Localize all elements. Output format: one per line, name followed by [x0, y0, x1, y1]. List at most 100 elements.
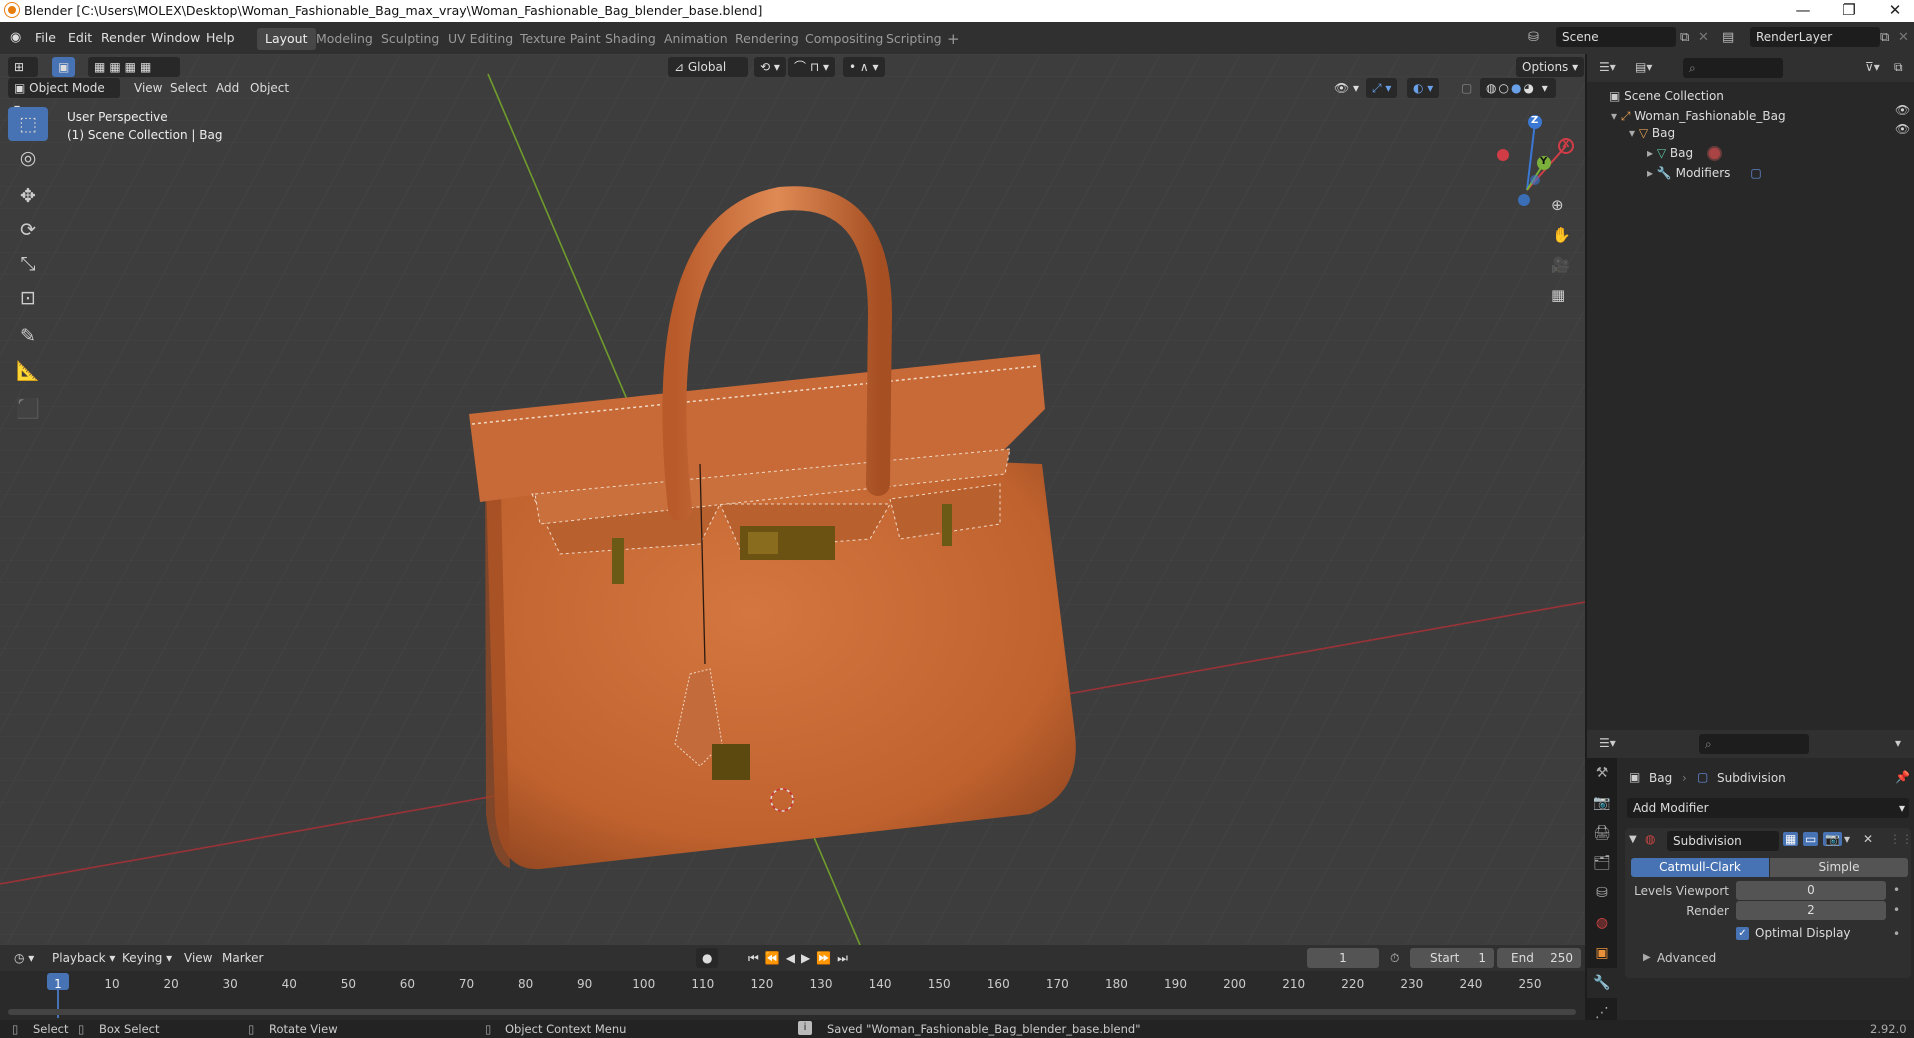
copy-layer-icon[interactable]: ⧉: [1880, 31, 1889, 44]
properties-editor-icon[interactable]: ☰▾: [1599, 736, 1616, 750]
outliner-editor-icon[interactable]: ☰▾: [1599, 60, 1616, 74]
menu-file[interactable]: File: [35, 30, 56, 45]
select-box-modes[interactable]: ▦▦▦▦: [88, 57, 180, 77]
view-layer-tab-icon[interactable]: 🗂: [1587, 848, 1617, 878]
menu-window[interactable]: Window: [151, 30, 200, 45]
advanced-expand-icon[interactable]: ▶: [1643, 952, 1651, 963]
tab-texture-paint[interactable]: Texture Paint: [512, 28, 609, 50]
render-levels-field[interactable]: 2: [1736, 901, 1886, 920]
viewport-toggle-icon[interactable]: ▭: [1803, 832, 1819, 846]
keyframe-dot-icon[interactable]: •: [1893, 903, 1900, 917]
viewport-menu-select[interactable]: Select: [164, 78, 213, 98]
output-tab-icon[interactable]: 🖨: [1587, 818, 1617, 848]
drag-handle-icon[interactable]: ⋮⋮: [1889, 832, 1913, 846]
render-layer-icon[interactable]: ▤: [1722, 31, 1734, 44]
edit-mode-toggle-icon[interactable]: ▦: [1783, 832, 1799, 846]
render-layer-field[interactable]: RenderLayer: [1750, 27, 1880, 47]
viewport-menu-object[interactable]: Object: [244, 78, 295, 98]
move-tool-icon[interactable]: ✥: [8, 179, 48, 213]
rotate-tool-icon[interactable]: ⟳: [8, 213, 48, 247]
zoom-icon[interactable]: ⊕: [1551, 196, 1564, 214]
select-tool-icon[interactable]: ⬚: [8, 107, 48, 141]
outliner-scene-collection[interactable]: ▣ Scene Collection: [1609, 86, 1724, 106]
proportional-edit-button[interactable]: • ∧ ▾: [843, 57, 885, 77]
add-cube-tool-icon[interactable]: ⬛: [8, 391, 48, 425]
scene-field[interactable]: Scene: [1556, 27, 1676, 47]
scene-tab-icon[interactable]: ⛁: [1587, 878, 1617, 908]
visibility-eye-icon[interactable]: 👁: [1895, 103, 1910, 117]
expand-arrow-icon[interactable]: ▸: [1647, 146, 1657, 160]
transform-orientation-select[interactable]: ⊿ Global: [668, 57, 748, 77]
pan-hand-icon[interactable]: ✋: [1552, 226, 1571, 244]
pin-icon[interactable]: 📌: [1895, 770, 1910, 784]
menu-edit[interactable]: Edit: [68, 30, 92, 45]
collapse-arrow-icon[interactable]: ▼: [1629, 834, 1637, 845]
pivot-point-button[interactable]: ⟲ ▾: [754, 57, 786, 77]
display-mode-icon[interactable]: ▤▾: [1635, 60, 1652, 74]
annotate-tool-icon[interactable]: ✎: [8, 319, 48, 353]
status-message[interactable]: Saved "Woman_Fashionable_Bag_blender_bas…: [827, 1022, 1140, 1036]
add-workspace-button[interactable]: +: [939, 28, 968, 50]
visibility-icon[interactable]: 👁 ▾: [1328, 78, 1365, 98]
tab-shading[interactable]: Shading: [597, 28, 664, 50]
advanced-section[interactable]: Advanced: [1657, 951, 1716, 965]
expand-arrow-icon[interactable]: ▸: [1647, 166, 1657, 180]
gizmo-toggle-icon[interactable]: ⤢ ▾: [1366, 78, 1398, 98]
close-button[interactable]: ✕: [1872, 0, 1914, 22]
simple-button[interactable]: Simple: [1770, 858, 1908, 877]
outliner-item-bag-object[interactable]: ▾ ▽ Bag: [1629, 123, 1675, 143]
tab-sculpting[interactable]: Sculpting: [373, 28, 447, 50]
filter-icon[interactable]: ⊽▾: [1865, 60, 1880, 74]
modifier-name-input[interactable]: Subdivision: [1667, 831, 1779, 851]
expand-arrow-icon[interactable]: ▾: [1629, 126, 1639, 140]
scene-icon[interactable]: ⛁: [1528, 31, 1539, 44]
render-toggle-icon[interactable]: 📷: [1823, 832, 1842, 846]
outliner-search-input[interactable]: ⌕: [1683, 58, 1783, 78]
expand-arrow-icon[interactable]: ▾: [1611, 109, 1621, 123]
catmull-clark-button[interactable]: Catmull-Clark: [1631, 858, 1769, 877]
outliner-item-modifiers[interactable]: ▸ 🔧 Modifiers ▢: [1647, 163, 1762, 183]
keyframe-dot-icon[interactable]: •: [1893, 883, 1900, 897]
measure-tool-icon[interactable]: 📐: [8, 353, 48, 387]
blender-menu-icon[interactable]: ◉: [10, 31, 21, 44]
tab-animation[interactable]: Animation: [656, 28, 736, 50]
remove-modifier-icon[interactable]: ✕: [1863, 832, 1873, 846]
subdivision-icon[interactable]: ▢: [1750, 166, 1761, 180]
timeline-scrollbar[interactable]: [8, 1009, 1576, 1015]
editor-type-button[interactable]: ⊞: [8, 57, 38, 77]
properties-options-icon[interactable]: ▾: [1895, 736, 1901, 750]
levels-viewport-field[interactable]: 0: [1736, 881, 1886, 900]
tab-uv-editing[interactable]: UV Editing: [440, 28, 521, 50]
snap-button[interactable]: ⌒ ⊓ ▾: [788, 57, 836, 77]
transform-tool-icon[interactable]: ⊡: [8, 281, 48, 315]
tab-layout[interactable]: Layout: [257, 28, 316, 50]
add-modifier-button[interactable]: Add Modifier ▾: [1627, 798, 1909, 818]
tab-rendering[interactable]: Rendering: [727, 28, 807, 50]
viewport-menu-add[interactable]: Add: [210, 78, 245, 98]
tab-modeling[interactable]: Modeling: [308, 28, 381, 50]
modifier-menu-icon[interactable]: ▾: [1844, 832, 1850, 846]
tool-tab-icon[interactable]: ⚒: [1587, 758, 1617, 788]
keyframe-dot-icon[interactable]: •: [1893, 927, 1900, 941]
modifier-tab-icon[interactable]: 🔧: [1587, 968, 1617, 998]
outliner-item-bag-mesh[interactable]: ▸ ▽ Bag: [1647, 143, 1723, 163]
minimize-button[interactable]: —: [1780, 0, 1826, 22]
viewport-menu-view[interactable]: View: [128, 78, 168, 98]
copy-scene-icon[interactable]: ⧉: [1680, 31, 1689, 44]
menu-help[interactable]: Help: [206, 30, 235, 45]
remove-scene-icon[interactable]: ✕: [1698, 31, 1709, 44]
visibility-eye-icon[interactable]: 👁: [1895, 122, 1910, 136]
render-tab-icon[interactable]: 📷: [1587, 788, 1617, 818]
remove-layer-icon[interactable]: ✕: [1898, 31, 1909, 44]
shading-modes[interactable]: ◍○●◕ ▾: [1480, 78, 1556, 98]
cursor-tool-icon[interactable]: ◎: [8, 141, 48, 175]
mode-select[interactable]: ▣ Object Mode ▾: [8, 78, 120, 115]
object-tab-icon[interactable]: ▣: [1587, 938, 1617, 968]
material-icon[interactable]: [1707, 146, 1723, 161]
optimal-display-checkbox[interactable]: ✓: [1736, 927, 1749, 940]
camera-view-icon[interactable]: 🎥: [1551, 256, 1570, 274]
ortho-grid-icon[interactable]: ▦: [1551, 286, 1565, 304]
world-tab-icon[interactable]: ◍: [1587, 908, 1617, 938]
menu-render[interactable]: Render: [101, 30, 146, 45]
select-mode-icon[interactable]: ▣: [52, 57, 76, 77]
